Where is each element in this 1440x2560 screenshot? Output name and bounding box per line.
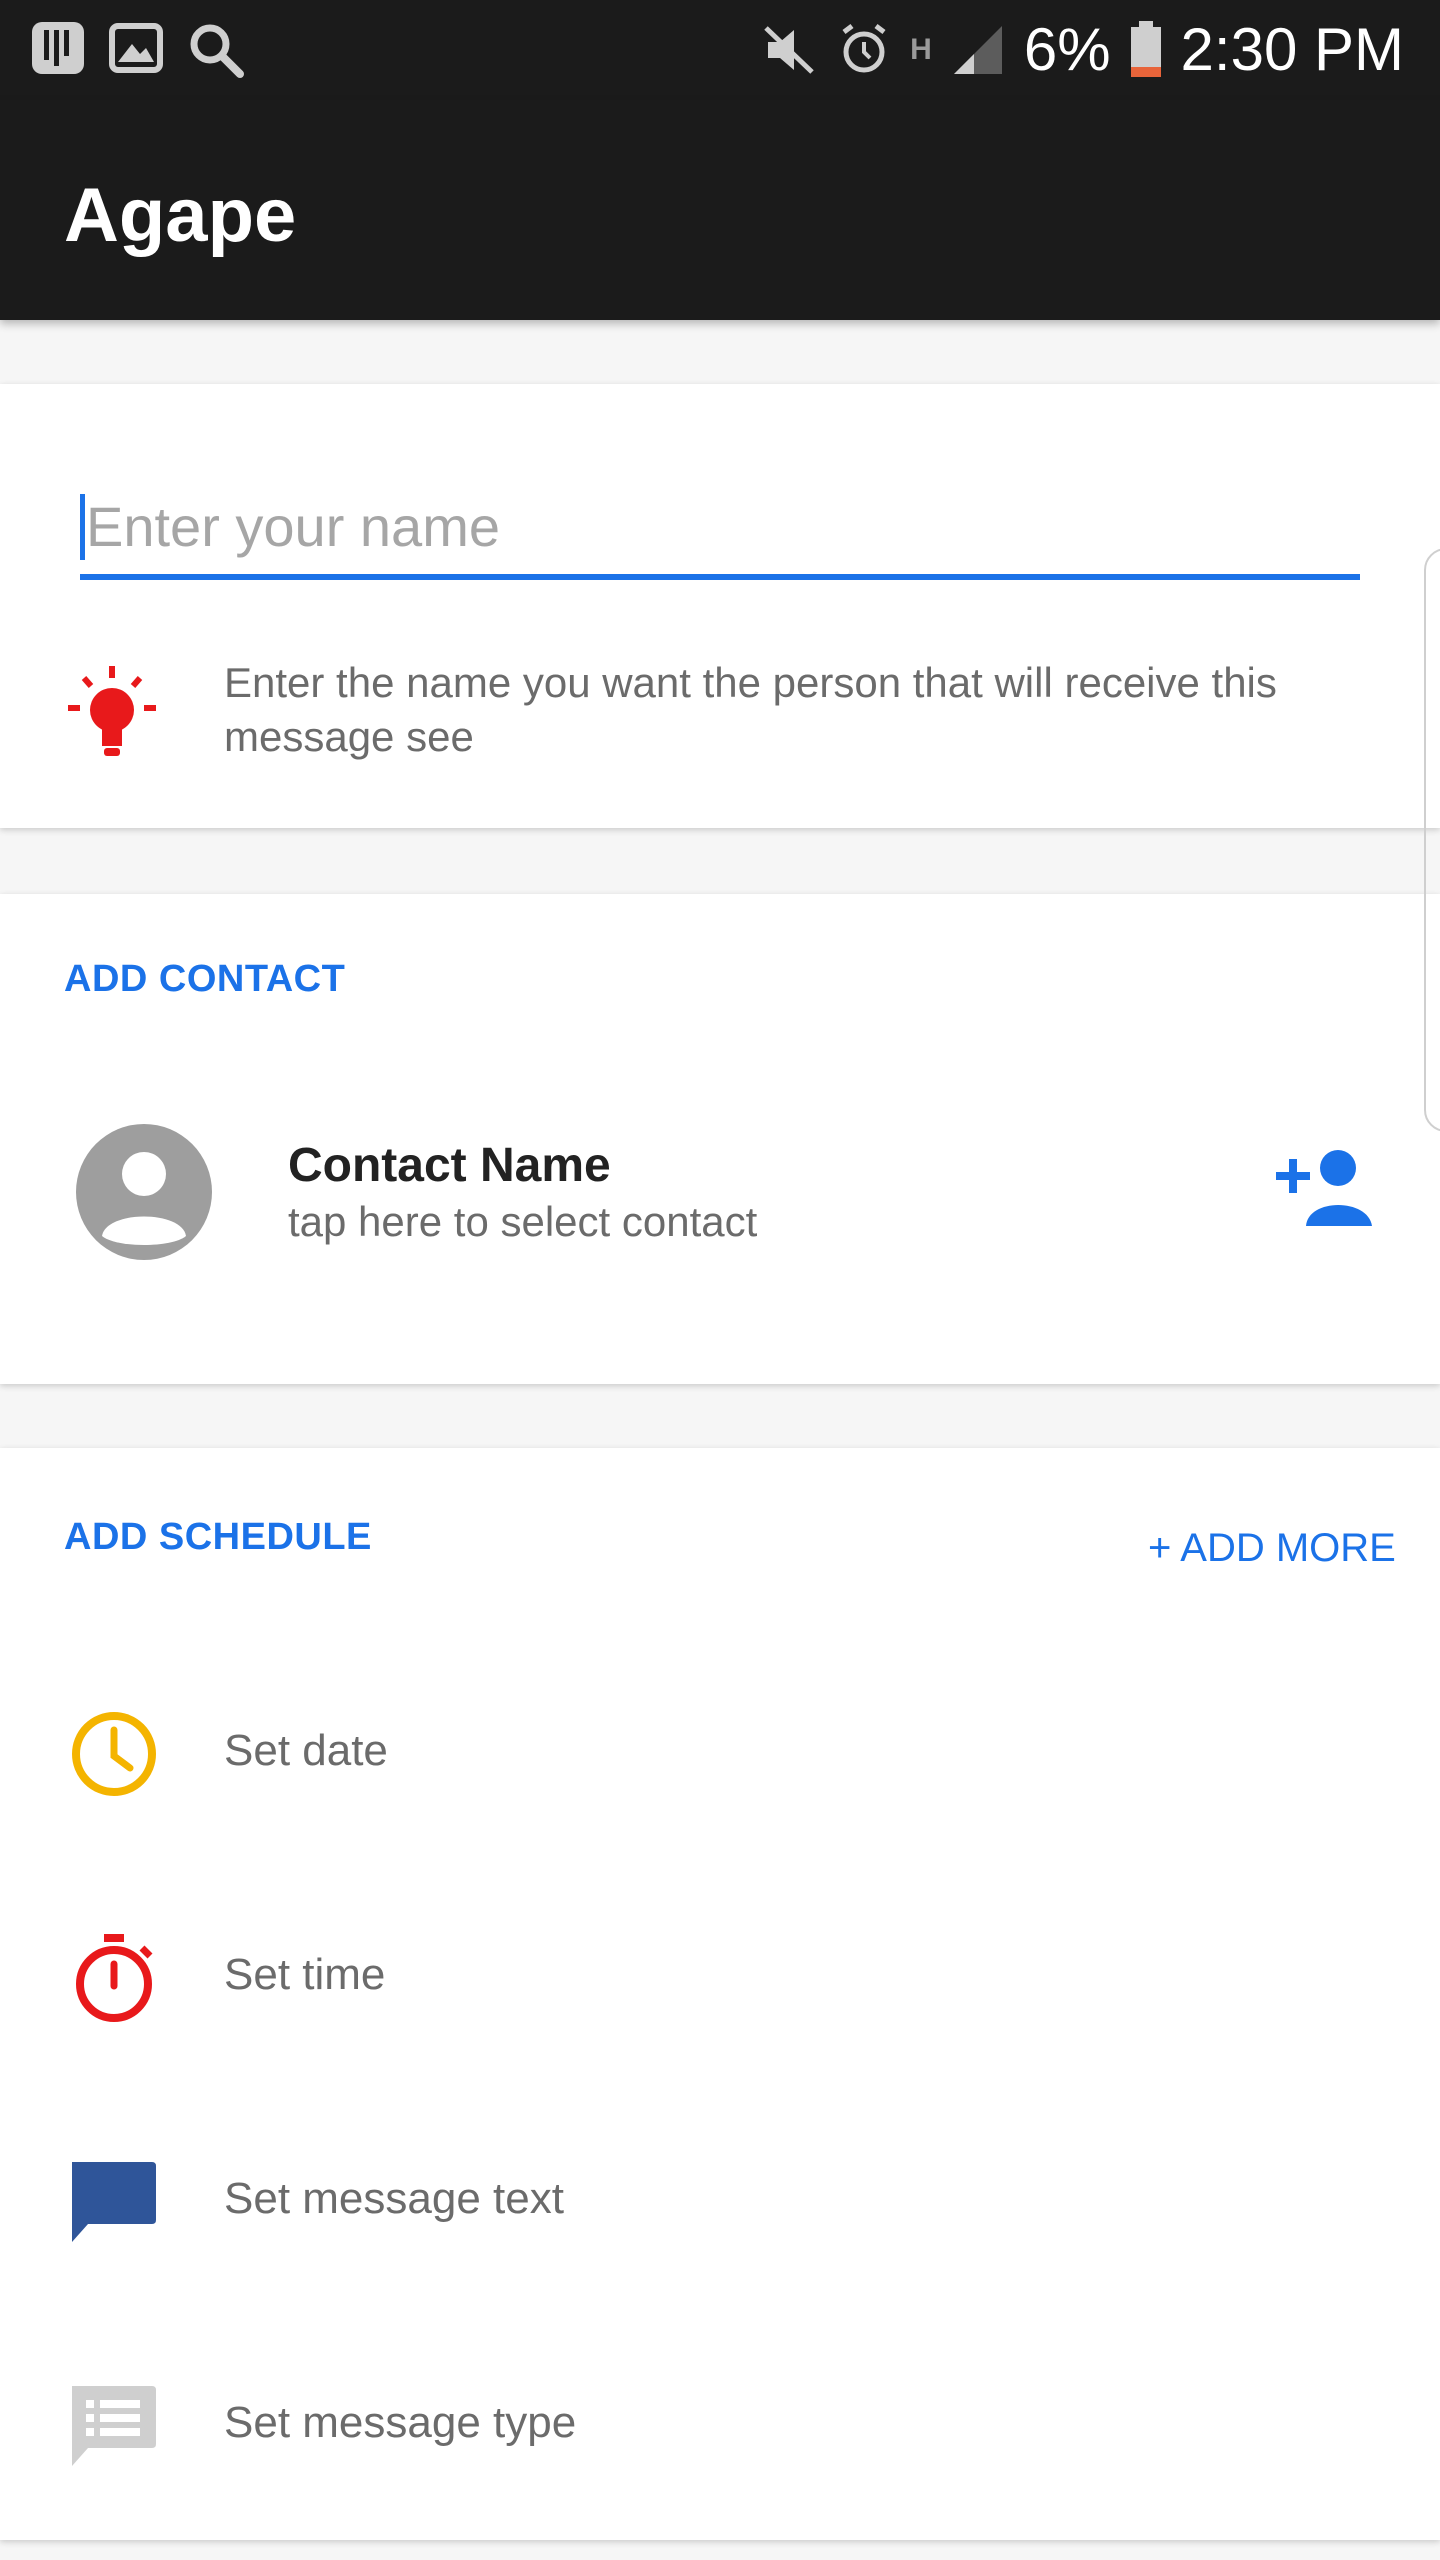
- set-time-row[interactable]: Set time: [0, 1898, 1440, 2058]
- clock-time: 2:30 PM: [1180, 16, 1404, 83]
- message-list-icon: [72, 2386, 156, 2466]
- set-time-label: Set time: [224, 1950, 386, 1999]
- contact-name[interactable]: Contact Name: [288, 1138, 611, 1193]
- contact-card: ADD CONTACT Contact Name tap here to sel…: [0, 894, 1440, 1384]
- mute-icon: [764, 26, 814, 74]
- set-date-label: Set date: [224, 1726, 388, 1775]
- clock-icon: [72, 1712, 156, 1796]
- text-caret: [80, 494, 85, 560]
- set-message-text-label: Set message text: [224, 2174, 564, 2223]
- signal-icon: [953, 26, 1002, 74]
- image-icon: [109, 23, 163, 73]
- schedule-card: ADD SCHEDULE + ADD MORE Set date Set tim…: [0, 1448, 1440, 2540]
- add-schedule-label: ADD SCHEDULE: [64, 1516, 372, 1558]
- app-title: Agape: [64, 173, 297, 258]
- name-input-field[interactable]: [80, 484, 1366, 580]
- name-card: Enter the name you want the person that …: [0, 384, 1440, 828]
- search-icon: [190, 24, 244, 78]
- system-icons: H 6% 2:30 PM: [762, 14, 1404, 86]
- add-contact-label: ADD CONTACT: [64, 958, 346, 1000]
- app-notification-icon: [32, 22, 84, 74]
- message-icon: [72, 2162, 156, 2242]
- set-message-type-label: Set message type: [224, 2398, 577, 2447]
- add-more-button[interactable]: + ADD MORE: [1148, 1526, 1396, 1571]
- battery-percent: 6%: [1023, 16, 1111, 83]
- alarm-icon: [842, 24, 886, 73]
- status-bar: H 6% 2:30 PM: [0, 0, 1440, 100]
- notification-icons: [30, 20, 246, 80]
- lightbulb-icon: [68, 666, 156, 756]
- add-person-icon[interactable]: [1276, 1148, 1376, 1228]
- edge-panel-handle[interactable]: [1424, 548, 1440, 1132]
- set-date-row[interactable]: Set date: [0, 1674, 1440, 1834]
- contact-select-hint[interactable]: tap here to select contact: [288, 1198, 757, 1246]
- set-message-text-row[interactable]: Set message text: [0, 2122, 1440, 2282]
- app-bar: Agape: [0, 100, 1440, 320]
- name-hint-text: Enter the name you want the person that …: [224, 659, 1277, 760]
- network-type-label: H: [910, 33, 932, 66]
- name-input[interactable]: [80, 484, 1366, 568]
- set-message-type-row[interactable]: Set message type: [0, 2346, 1440, 2506]
- battery-icon: [1130, 21, 1161, 77]
- avatar-icon[interactable]: [76, 1124, 212, 1260]
- stopwatch-icon: [76, 1934, 153, 2022]
